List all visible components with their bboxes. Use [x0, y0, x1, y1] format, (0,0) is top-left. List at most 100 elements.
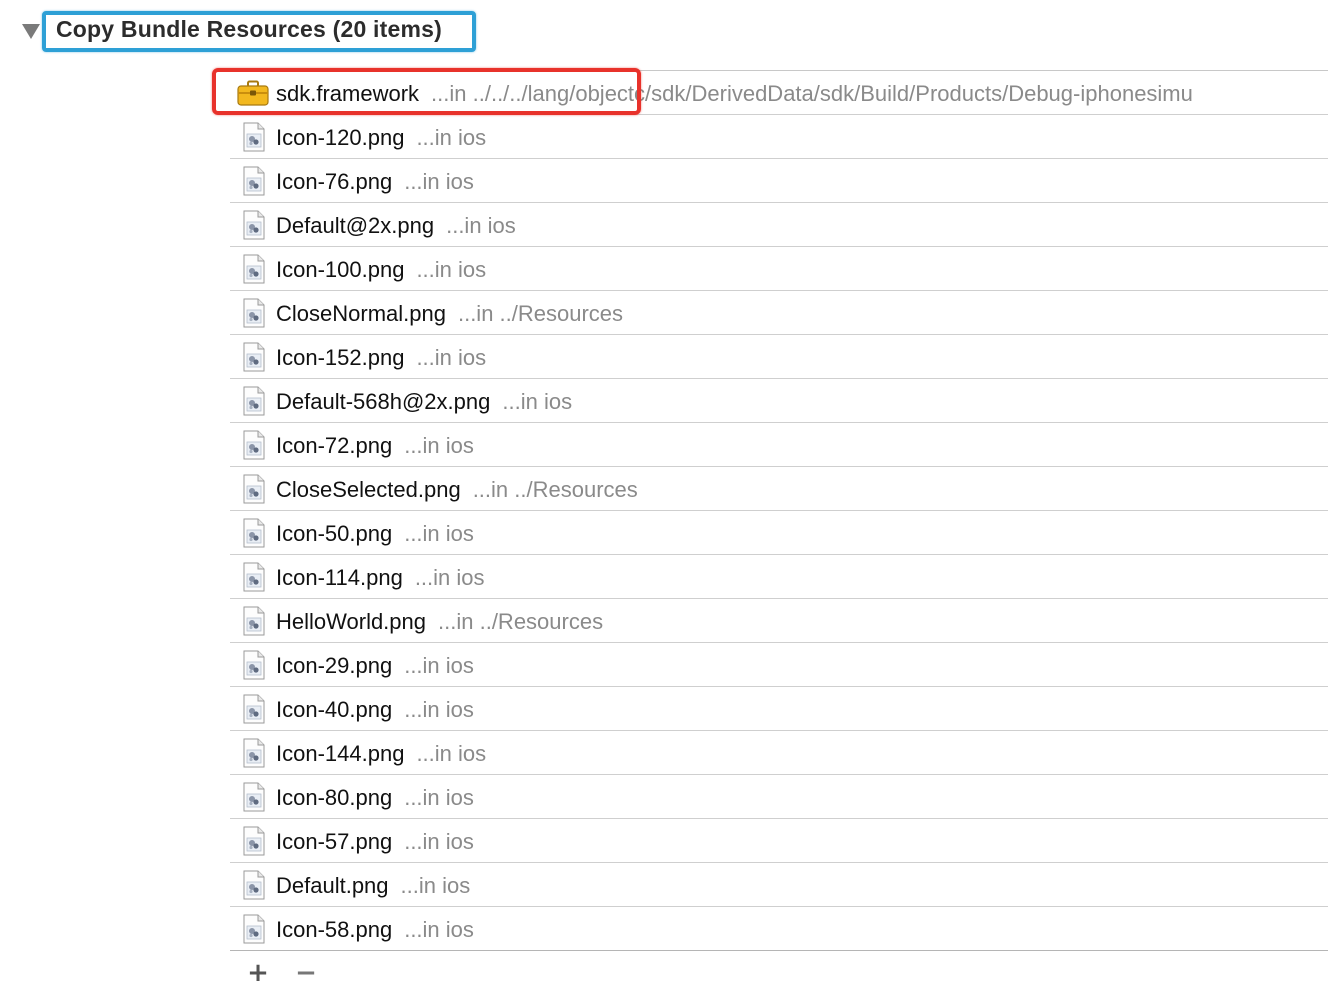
image-file-icon: [242, 738, 266, 768]
file-location: ...in ios: [416, 257, 487, 282]
file-row[interactable]: Icon-80.png ...in ios: [230, 775, 1328, 819]
file-name: Icon-80.png: [276, 785, 393, 810]
file-row[interactable]: HelloWorld.png ...in ../Resources: [230, 599, 1328, 643]
image-file-icon: [242, 782, 266, 812]
image-file-icon: [242, 826, 266, 856]
file-entry-text: HelloWorld.png ...in ../Resources: [276, 609, 603, 635]
file-entry-text: Icon-58.png ...in ios: [276, 917, 474, 943]
file-name: Default.png: [276, 873, 389, 898]
image-file-icon: [242, 298, 266, 328]
file-entry-text: sdk.framework ...in ../../../lang/objectc…: [276, 81, 1193, 107]
image-file-icon: [242, 166, 266, 196]
file-row[interactable]: CloseNormal.png ...in ../Resources: [230, 291, 1328, 335]
resource-file-list: sdk.framework ...in ../../../lang/objectc…: [230, 71, 1328, 951]
image-file-icon: [242, 606, 266, 636]
disclosure-triangle-icon[interactable]: [22, 24, 40, 39]
file-entry-text: Icon-50.png ...in ios: [276, 521, 474, 547]
image-file-icon: [242, 474, 266, 504]
file-entry-text: Icon-76.png ...in ios: [276, 169, 474, 195]
file-row[interactable]: Icon-120.png ...in ios: [230, 115, 1328, 159]
file-name: CloseSelected.png: [276, 477, 461, 502]
file-row[interactable]: Icon-100.png ...in ios: [230, 247, 1328, 291]
file-location: ...in ios: [404, 433, 474, 458]
file-entry-text: Default-568h@2x.png ...in ios: [276, 389, 572, 415]
file-location: ...in ios: [404, 829, 474, 854]
image-file-icon: [242, 694, 266, 724]
file-location: ...in ios: [404, 697, 474, 722]
file-name: Icon-58.png: [276, 917, 393, 942]
file-row[interactable]: Icon-29.png ...in ios: [230, 643, 1328, 687]
image-file-icon: [242, 254, 266, 284]
file-entry-text: CloseNormal.png ...in ../Resources: [276, 301, 623, 327]
file-entry-text: Icon-152.png ...in ios: [276, 345, 486, 371]
file-name: Icon-72.png: [276, 433, 393, 458]
add-file-button[interactable]: +: [244, 960, 272, 986]
file-name: Default@2x.png: [276, 213, 435, 238]
image-file-icon: [242, 518, 266, 548]
file-name: Icon-50.png: [276, 521, 393, 546]
file-location: ...in ios: [404, 521, 474, 546]
file-row[interactable]: Icon-76.png ...in ios: [230, 159, 1328, 203]
image-file-icon: [242, 870, 266, 900]
file-location: ...in ios: [404, 785, 474, 810]
file-entry-text: Icon-80.png ...in ios: [276, 785, 474, 811]
file-row[interactable]: Default.png ...in ios: [230, 863, 1328, 907]
file-location: ...in ../../../lang/objectc/sdk/DerivedD…: [431, 81, 1193, 106]
file-row[interactable]: CloseSelected.png ...in ../Resources: [230, 467, 1328, 511]
image-file-icon: [242, 122, 266, 152]
file-name: Icon-40.png: [276, 697, 393, 722]
file-location: ...in ios: [404, 653, 474, 678]
file-location: ...in ../Resources: [438, 609, 604, 634]
file-location: ...in ios: [404, 169, 474, 194]
image-file-icon: [242, 342, 266, 372]
file-name: Icon-120.png: [276, 125, 405, 150]
file-location: ...in ios: [502, 389, 573, 414]
file-row[interactable]: Icon-152.png ...in ios: [230, 335, 1328, 379]
file-entry-text: Icon-29.png ...in ios: [276, 653, 474, 679]
file-name: CloseNormal.png: [276, 301, 446, 326]
file-location: ...in ios: [416, 125, 487, 150]
file-location: ...in ios: [416, 345, 487, 370]
file-row[interactable]: Icon-114.png ...in ios: [230, 555, 1328, 599]
file-entry-text: Icon-72.png ...in ios: [276, 433, 474, 459]
file-name: Default-568h@2x.png: [276, 389, 491, 414]
file-name: Icon-57.png: [276, 829, 393, 854]
file-row[interactable]: Icon-57.png ...in ios: [230, 819, 1328, 863]
file-name: sdk.framework: [276, 81, 420, 106]
file-location: ...in ios: [400, 873, 471, 898]
file-entry-text: Default@2x.png ...in ios: [276, 213, 516, 239]
file-name: Icon-29.png: [276, 653, 393, 678]
file-location: ...in ios: [404, 917, 474, 942]
file-row[interactable]: Icon-144.png ...in ios: [230, 731, 1328, 775]
phase-title[interactable]: Copy Bundle Resources (20 items): [56, 16, 442, 43]
file-entry-text: Icon-120.png ...in ios: [276, 125, 486, 151]
file-row[interactable]: Default@2x.png ...in ios: [230, 203, 1328, 247]
image-file-icon: [242, 386, 266, 416]
framework-toolbox-icon: [237, 80, 269, 110]
file-name: Icon-152.png: [276, 345, 405, 370]
file-name: Icon-114.png: [276, 565, 403, 590]
file-row[interactable]: Icon-50.png ...in ios: [230, 511, 1328, 555]
phase-toolbar: + −: [230, 958, 1328, 988]
image-file-icon: [242, 430, 266, 460]
file-entry-text: Icon-40.png ...in ios: [276, 697, 474, 723]
build-phase-header: Copy Bundle Resources (20 items): [0, 0, 1328, 62]
remove-file-button[interactable]: −: [292, 960, 320, 986]
file-row[interactable]: sdk.framework ...in ../../../lang/objectc…: [230, 71, 1328, 115]
file-row[interactable]: Icon-58.png ...in ios: [230, 907, 1328, 951]
file-location: ...in ../Resources: [457, 301, 624, 326]
file-entry-text: Icon-57.png ...in ios: [276, 829, 474, 855]
image-file-icon: [242, 210, 266, 240]
file-entry-text: Icon-144.png ...in ios: [276, 741, 486, 767]
file-entry-text: CloseSelected.png ...in ../Resources: [276, 477, 638, 503]
file-entry-text: Icon-114.png ...in ios: [276, 565, 485, 591]
file-entry-text: Icon-100.png ...in ios: [276, 257, 486, 283]
file-location: ...in ios: [414, 565, 485, 590]
file-location: ...in ../Resources: [472, 477, 638, 502]
file-row[interactable]: Icon-72.png ...in ios: [230, 423, 1328, 467]
file-name: Icon-144.png: [276, 741, 405, 766]
file-row[interactable]: Icon-40.png ...in ios: [230, 687, 1328, 731]
file-row[interactable]: Default-568h@2x.png ...in ios: [230, 379, 1328, 423]
image-file-icon: [242, 562, 266, 592]
image-file-icon: [242, 914, 266, 944]
